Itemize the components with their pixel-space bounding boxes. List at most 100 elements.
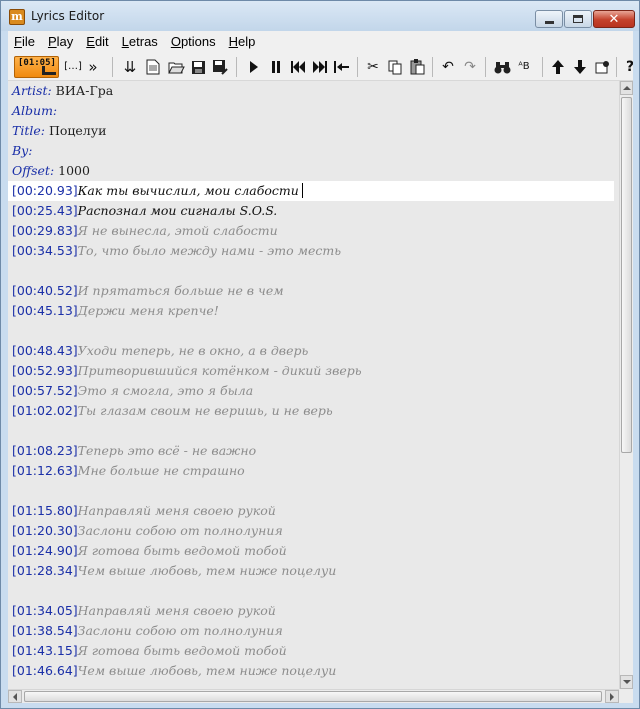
paste-button[interactable]	[407, 57, 427, 77]
scroll-down-button[interactable]: ⇊	[120, 57, 140, 77]
meta-line: Album:	[12, 103, 58, 118]
lyrics-editor[interactable]: Artist: ВИА-Гра Album: Title: Поцелуи By…	[8, 81, 619, 689]
timestamp-tag-icon: […]	[64, 61, 82, 72]
arrow-up-icon	[552, 60, 564, 74]
timestamp: [01:20.30]	[12, 523, 78, 538]
lyric-text: Заслони собою от полнолуния	[77, 623, 283, 638]
lyric-text: Заслони собою от полнолуния	[77, 523, 283, 538]
minimize-button[interactable]	[535, 10, 563, 28]
timestamp: [00:34.53]	[12, 243, 78, 258]
timestamp: [00:25.43]	[12, 203, 78, 218]
timestamp-tag-button[interactable]: […]	[63, 57, 83, 77]
lyric-line[interactable]: [00:52.93]Притворившийся котёнком - дики…	[12, 361, 362, 381]
save-as-button[interactable]	[210, 57, 230, 77]
undo-button[interactable]: ↶	[438, 57, 458, 77]
lyric-line[interactable]: [00:48.43]Уходи теперь, не в окно, а в д…	[12, 341, 308, 361]
fast-forward-button[interactable]	[309, 57, 329, 77]
menu-file[interactable]: File	[8, 31, 42, 53]
timestamp: [01:43.15]	[12, 643, 78, 658]
scroll-left-button[interactable]	[8, 690, 22, 703]
title-bar[interactable]: m Lyrics Editor ✕	[1, 1, 639, 31]
find-replace-icon: ᴬB	[518, 61, 530, 72]
find-button[interactable]	[492, 57, 512, 77]
copy-icon	[388, 60, 401, 74]
help-button[interactable]: ?	[620, 57, 633, 77]
lyric-text: Держи меня крепче!	[77, 303, 219, 318]
menu-options[interactable]: Options	[165, 31, 223, 53]
lyric-text: Направляй меня своею рукой	[77, 503, 276, 518]
timestamp: [00:29.83]	[12, 223, 78, 238]
lyric-text: Как ты вычислил, мои слабости	[77, 183, 299, 198]
menu-help[interactable]: Help	[223, 31, 263, 53]
timestamp: [00:20.93]	[12, 183, 78, 198]
lyric-text: Чем выше любовь, тем ниже поцелуи	[77, 663, 337, 678]
timestamp: [01:15.80]	[12, 503, 78, 518]
redo-button[interactable]: ↷	[460, 57, 480, 77]
lyric-line[interactable]: [01:46.64]Чем выше любовь, тем ниже поце…	[12, 661, 336, 681]
lyric-text: Направляй меня своею рукой	[77, 603, 276, 618]
pause-button[interactable]	[266, 57, 286, 77]
open-file-button[interactable]	[166, 57, 186, 77]
lyric-line[interactable]: [00:25.43]Распознал мои сигналы S.O.S.	[12, 201, 277, 221]
replace-button[interactable]: ᴬB	[514, 57, 534, 77]
lyric-line[interactable]: [01:43.15]Я готова быть ведомой тобой	[12, 641, 287, 661]
play-button[interactable]	[244, 57, 264, 77]
new-file-button[interactable]	[143, 57, 163, 77]
menu-edit[interactable]: Edit	[80, 31, 115, 53]
insert-timestamp-button[interactable]: [01:05]	[14, 56, 59, 78]
move-up-button[interactable]	[548, 57, 568, 77]
lyric-line[interactable]: [01:24.90]Я готова быть ведомой тобой	[12, 541, 287, 561]
back-to-start-button[interactable]	[331, 57, 351, 77]
lyric-text: Я готова быть ведомой тобой	[77, 543, 287, 558]
settings-button[interactable]	[592, 57, 612, 77]
skip-forward-button[interactable]: »	[83, 57, 103, 77]
horizontal-scrollbar[interactable]	[8, 689, 619, 703]
menu-bar: File Play Edit Letras Options Help	[8, 31, 633, 53]
lyric-text: Это я смогла, это я была	[77, 383, 254, 398]
paste-icon	[410, 59, 424, 75]
lyric-line[interactable]: [01:38.54]Заслони собою от полнолуния	[12, 621, 283, 641]
scroll-right-button[interactable]	[605, 690, 619, 703]
timestamp: [00:40.52]	[12, 283, 78, 298]
timestamp: [00:52.93]	[12, 363, 78, 378]
lyric-line[interactable]: [01:28.34]Чем выше любовь, тем ниже поце…	[12, 561, 336, 581]
lyric-line[interactable]: [01:12.63]Мне больше не страшно	[12, 461, 245, 481]
lyric-line[interactable]: [01:02.02]Ты глазам своим не веришь, и н…	[12, 401, 333, 421]
lyric-line[interactable]: [01:34.05]Направляй меня своею рукой	[12, 601, 276, 621]
lyric-text: Я готова быть ведомой тобой	[77, 643, 287, 658]
rewind-button[interactable]	[288, 57, 308, 77]
lyric-line[interactable]: [01:20.30]Заслони собою от полнолуния	[12, 521, 283, 541]
menu-letras[interactable]: Letras	[116, 31, 165, 53]
resize-grip[interactable]	[619, 689, 633, 703]
move-down-button[interactable]	[570, 57, 590, 77]
undo-icon: ↶	[442, 59, 454, 75]
lyric-line[interactable]: [01:15.80]Направляй меня своею рукой	[12, 501, 276, 521]
timestamp: [01:28.34]	[12, 563, 78, 578]
vertical-scrollbar[interactable]	[619, 81, 633, 689]
lyric-line[interactable]: [00:40.52]И прятаться больше не в чем	[12, 281, 284, 301]
binoculars-icon	[494, 61, 510, 73]
triangle-down-icon	[622, 680, 631, 684]
lyric-line[interactable]: [00:57.52]Это я смогла, это я была	[12, 381, 253, 401]
menu-play[interactable]: Play	[42, 31, 80, 53]
close-button[interactable]: ✕	[593, 10, 635, 28]
scroll-down-arrow-button[interactable]	[620, 675, 633, 689]
folder-open-icon	[167, 62, 185, 74]
lyric-line[interactable]: [00:45.13]Держи меня крепче!	[12, 301, 219, 321]
current-lyric-line[interactable]: [00:20.93]Как ты вычислил, мои слабости	[8, 181, 614, 201]
triangle-up-icon	[622, 86, 631, 90]
cut-button[interactable]: ✂	[363, 57, 383, 77]
save-button[interactable]	[188, 57, 208, 77]
lyric-line[interactable]: [01:08.23]Теперь это всё - не важно	[12, 441, 256, 461]
lyric-text: Чем выше любовь, тем ниже поцелуи	[77, 563, 337, 578]
scroll-up-button[interactable]	[620, 81, 633, 95]
lyric-text: Теперь это всё - не важно	[77, 443, 257, 458]
horizontal-scroll-thumb[interactable]	[24, 691, 602, 702]
lyric-line[interactable]: [00:34.53]То, что было между нами - это …	[12, 241, 341, 261]
vertical-scroll-thumb[interactable]	[621, 97, 632, 453]
maximize-button[interactable]	[564, 10, 592, 28]
double-chevron-right-icon: »	[88, 57, 98, 76]
lyric-line[interactable]: [00:29.83]Я не вынесла, этой слабости	[12, 221, 278, 241]
copy-button[interactable]	[385, 57, 405, 77]
settings-icon	[595, 61, 609, 74]
